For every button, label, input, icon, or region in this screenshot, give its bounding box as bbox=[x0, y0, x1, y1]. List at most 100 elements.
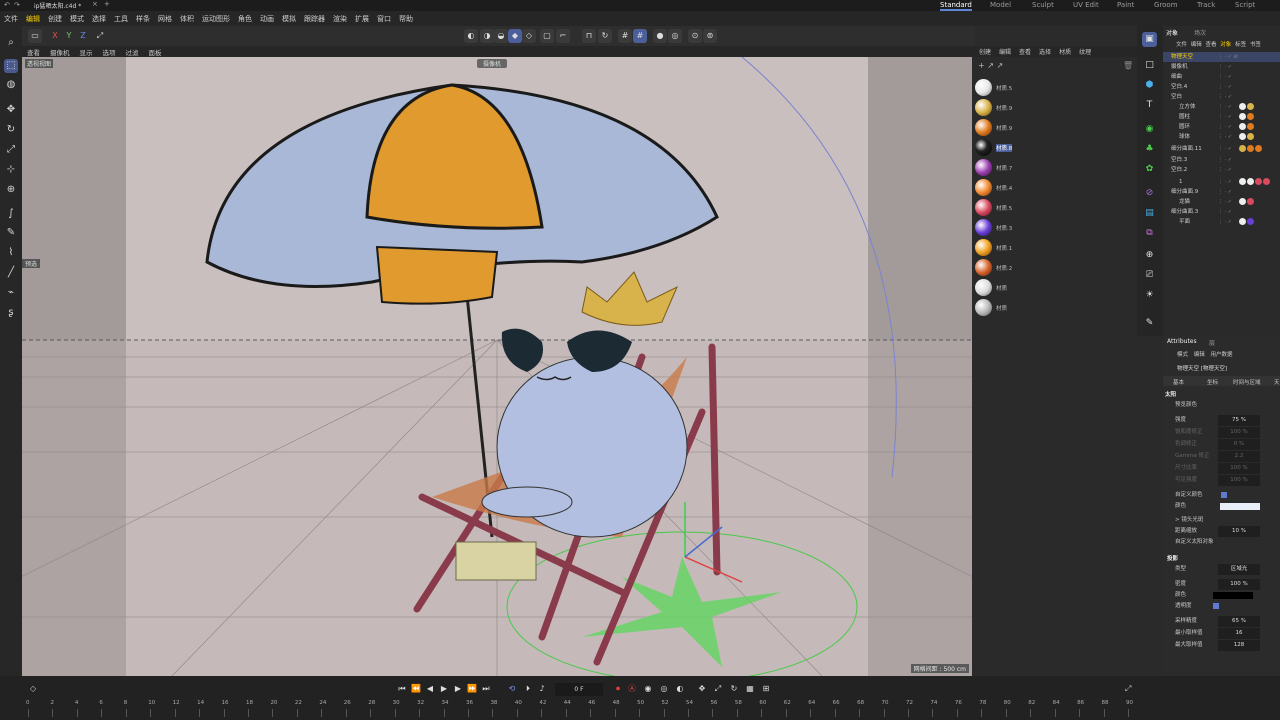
attributes-title[interactable]: Attributes bbox=[1167, 338, 1197, 345]
object-row[interactable]: 物理天空 ⋮ ⋅ ✓ ⊘ bbox=[1163, 52, 1280, 62]
record-icon[interactable]: ⏺ bbox=[612, 682, 624, 696]
om-menu-edit[interactable]: 编辑 bbox=[1191, 42, 1202, 48]
object-row[interactable]: 空白 ⋮ ⋅ ✓ bbox=[1163, 92, 1280, 102]
attr-menu-userdata[interactable]: 用户数据 bbox=[1211, 352, 1233, 358]
material-item[interactable]: 材质.9 bbox=[974, 119, 1014, 137]
color-swatch[interactable] bbox=[1220, 503, 1260, 510]
current-frame-field[interactable]: 0 F bbox=[555, 683, 603, 696]
viewport-menu-display[interactable]: 显示 bbox=[75, 47, 98, 57]
viewport-menu-filter[interactable]: 过滤 bbox=[121, 47, 144, 57]
next-frame-icon[interactable]: ▶ bbox=[452, 682, 464, 696]
menu-volume[interactable]: 体积 bbox=[176, 14, 198, 24]
spline-pen-icon[interactable]: ʂ bbox=[4, 306, 18, 320]
attr-row[interactable]: Gamma 修正 2.2 bbox=[1163, 451, 1280, 462]
polygon-mode-icon[interactable]: ◆ bbox=[508, 29, 522, 43]
menu-tracker[interactable]: 跟踪器 bbox=[300, 14, 329, 24]
material-item[interactable]: 材质.5 bbox=[974, 199, 1014, 217]
playback-rate-icon[interactable]: ⏵ bbox=[522, 682, 534, 696]
primitive-cube-icon[interactable]: ⬢ bbox=[1142, 78, 1157, 93]
object-row[interactable]: 平面 ⋮ ⋅ ✓ bbox=[1163, 217, 1280, 227]
material-item[interactable]: 材质.5 bbox=[974, 79, 1014, 97]
layout-tab-standard[interactable]: Standard bbox=[940, 0, 972, 11]
layers-tab[interactable]: 层 bbox=[1209, 338, 1215, 347]
color-row[interactable]: 颜色 bbox=[1163, 501, 1280, 512]
deformer-icon[interactable]: ✿ bbox=[1142, 162, 1157, 177]
menu-animate[interactable]: 动画 bbox=[256, 14, 278, 24]
shadow-row[interactable]: 颜色 bbox=[1163, 590, 1280, 601]
pla-key-icon[interactable]: ⊞ bbox=[760, 682, 772, 696]
material-item[interactable]: 材质.4 bbox=[974, 179, 1014, 197]
keyframe-icon[interactable]: ◇ bbox=[30, 684, 36, 693]
menu-mesh[interactable]: 网格 bbox=[154, 14, 176, 24]
points-mode-icon[interactable]: ◒ bbox=[494, 29, 508, 43]
menu-edit[interactable]: 编辑 bbox=[22, 14, 44, 24]
viewport-camera-label[interactable]: 摄像机 bbox=[477, 59, 508, 68]
menu-tools[interactable]: 工具 bbox=[110, 14, 132, 24]
viewport-menu-panel[interactable]: 面板 bbox=[144, 47, 167, 57]
object-row[interactable]: 细分曲面.11 ⋮ ⋅ ✓ bbox=[1163, 144, 1280, 154]
field-icon[interactable]: ⊘ bbox=[1142, 186, 1157, 201]
camera-icon[interactable]: ⎚ bbox=[1142, 268, 1157, 283]
text-icon[interactable]: T bbox=[1142, 98, 1157, 113]
attr-tab-sky[interactable]: 天 bbox=[1274, 378, 1280, 386]
paint-tool-icon[interactable]: ⌇ bbox=[4, 246, 18, 260]
viewport-menu-cameras[interactable]: 摄像机 bbox=[45, 47, 75, 57]
live-select-icon[interactable]: ◍ bbox=[4, 78, 18, 92]
redo-icon[interactable]: ↷ bbox=[14, 1, 20, 9]
generator-icon[interactable]: ◉ bbox=[1142, 122, 1157, 137]
go-to-start-icon[interactable]: ⏮ bbox=[396, 682, 408, 696]
cube-icon[interactable]: □ bbox=[1142, 58, 1157, 73]
file-tab[interactable]: ip猛晒太阳.c4d * bbox=[34, 1, 81, 10]
position-key-icon[interactable]: ✥ bbox=[696, 682, 708, 696]
attr-tab-time[interactable]: 时间与区域 bbox=[1233, 378, 1261, 386]
attr-row[interactable]: 饱和度修正 100 % bbox=[1163, 427, 1280, 438]
attr-tab-basic[interactable]: 基本 bbox=[1173, 378, 1184, 386]
viewport-menu-view[interactable]: 查看 bbox=[22, 47, 45, 57]
axis-tool-icon[interactable]: ⊕ bbox=[4, 183, 18, 197]
motion-mode-icon[interactable]: ◐ bbox=[674, 682, 686, 696]
tag-icon[interactable]: ✎ bbox=[1142, 316, 1157, 331]
axis-z-button[interactable]: Z bbox=[76, 29, 90, 43]
attr-menu-edit[interactable]: 编辑 bbox=[1194, 352, 1205, 358]
autokey-icon[interactable]: Ⓐ bbox=[626, 682, 638, 696]
sound-icon[interactable]: ♪ bbox=[536, 682, 548, 696]
shadow-row[interactable]: 最大取样值 128 bbox=[1163, 640, 1280, 651]
lock-icon[interactable]: ▭ bbox=[28, 29, 42, 43]
edges-mode-icon[interactable]: ◇ bbox=[522, 29, 536, 43]
tab-objects[interactable]: 对象 bbox=[1166, 30, 1178, 37]
layout-tab-model[interactable]: Model bbox=[990, 0, 1011, 11]
play-icon[interactable]: ▶ bbox=[438, 682, 450, 696]
viewport-label[interactable]: 透视视图 bbox=[25, 59, 54, 68]
shadow-row[interactable]: 最小取样值 16 bbox=[1163, 628, 1280, 639]
layout-tab-sculpt[interactable]: Sculpt bbox=[1032, 0, 1054, 11]
select-tool-icon[interactable]: ⬚ bbox=[4, 59, 18, 73]
new-tab-icon[interactable]: + bbox=[104, 0, 110, 8]
next-key-icon[interactable]: ⏩ bbox=[466, 682, 478, 696]
rotation-key-icon[interactable]: ↻ bbox=[728, 682, 740, 696]
object-row[interactable]: 龙猫 ⋮ ⋅ ✓ bbox=[1163, 197, 1280, 207]
object-row[interactable]: 圆环 ⋮ ⋅ ✓ bbox=[1163, 122, 1280, 132]
attr-tab-coords[interactable]: 坐标 bbox=[1207, 378, 1218, 386]
render-settings-icon[interactable]: ◎ bbox=[668, 29, 682, 43]
axis-x-button[interactable]: X bbox=[48, 29, 62, 43]
grid-icon[interactable]: # bbox=[618, 29, 632, 43]
lens-flare-row[interactable]: > 镜头光斑 bbox=[1163, 515, 1280, 526]
uv-mode-icon[interactable]: ▢ bbox=[540, 29, 554, 43]
render-view-icon[interactable]: ● bbox=[653, 29, 667, 43]
rotate-tool-icon[interactable]: ↻ bbox=[4, 123, 18, 137]
menu-spline[interactable]: 样条 bbox=[132, 14, 154, 24]
transform-tool-icon[interactable]: ⊹ bbox=[4, 163, 18, 177]
menu-window[interactable]: 窗口 bbox=[373, 14, 395, 24]
material-menu-view[interactable]: 查看 bbox=[1015, 47, 1035, 56]
key-selection-icon[interactable]: ◉ bbox=[642, 682, 654, 696]
menu-help[interactable]: 帮助 bbox=[395, 14, 417, 24]
texture-mode-icon[interactable]: ◑ bbox=[480, 29, 494, 43]
coordinate-system-icon[interactable]: ⤢ bbox=[93, 29, 107, 43]
attr-row[interactable]: 可见强度 100 % bbox=[1163, 475, 1280, 486]
param-key-icon[interactable]: ▦ bbox=[744, 682, 756, 696]
shadow-row[interactable]: 采样精度 65 % bbox=[1163, 616, 1280, 627]
om-menu-view[interactable]: 查看 bbox=[1206, 42, 1217, 48]
om-menu-object[interactable]: 对象 bbox=[1220, 42, 1231, 48]
viewport-menu-options[interactable]: 选项 bbox=[98, 47, 121, 57]
material-item[interactable]: 材质 bbox=[974, 299, 1014, 317]
